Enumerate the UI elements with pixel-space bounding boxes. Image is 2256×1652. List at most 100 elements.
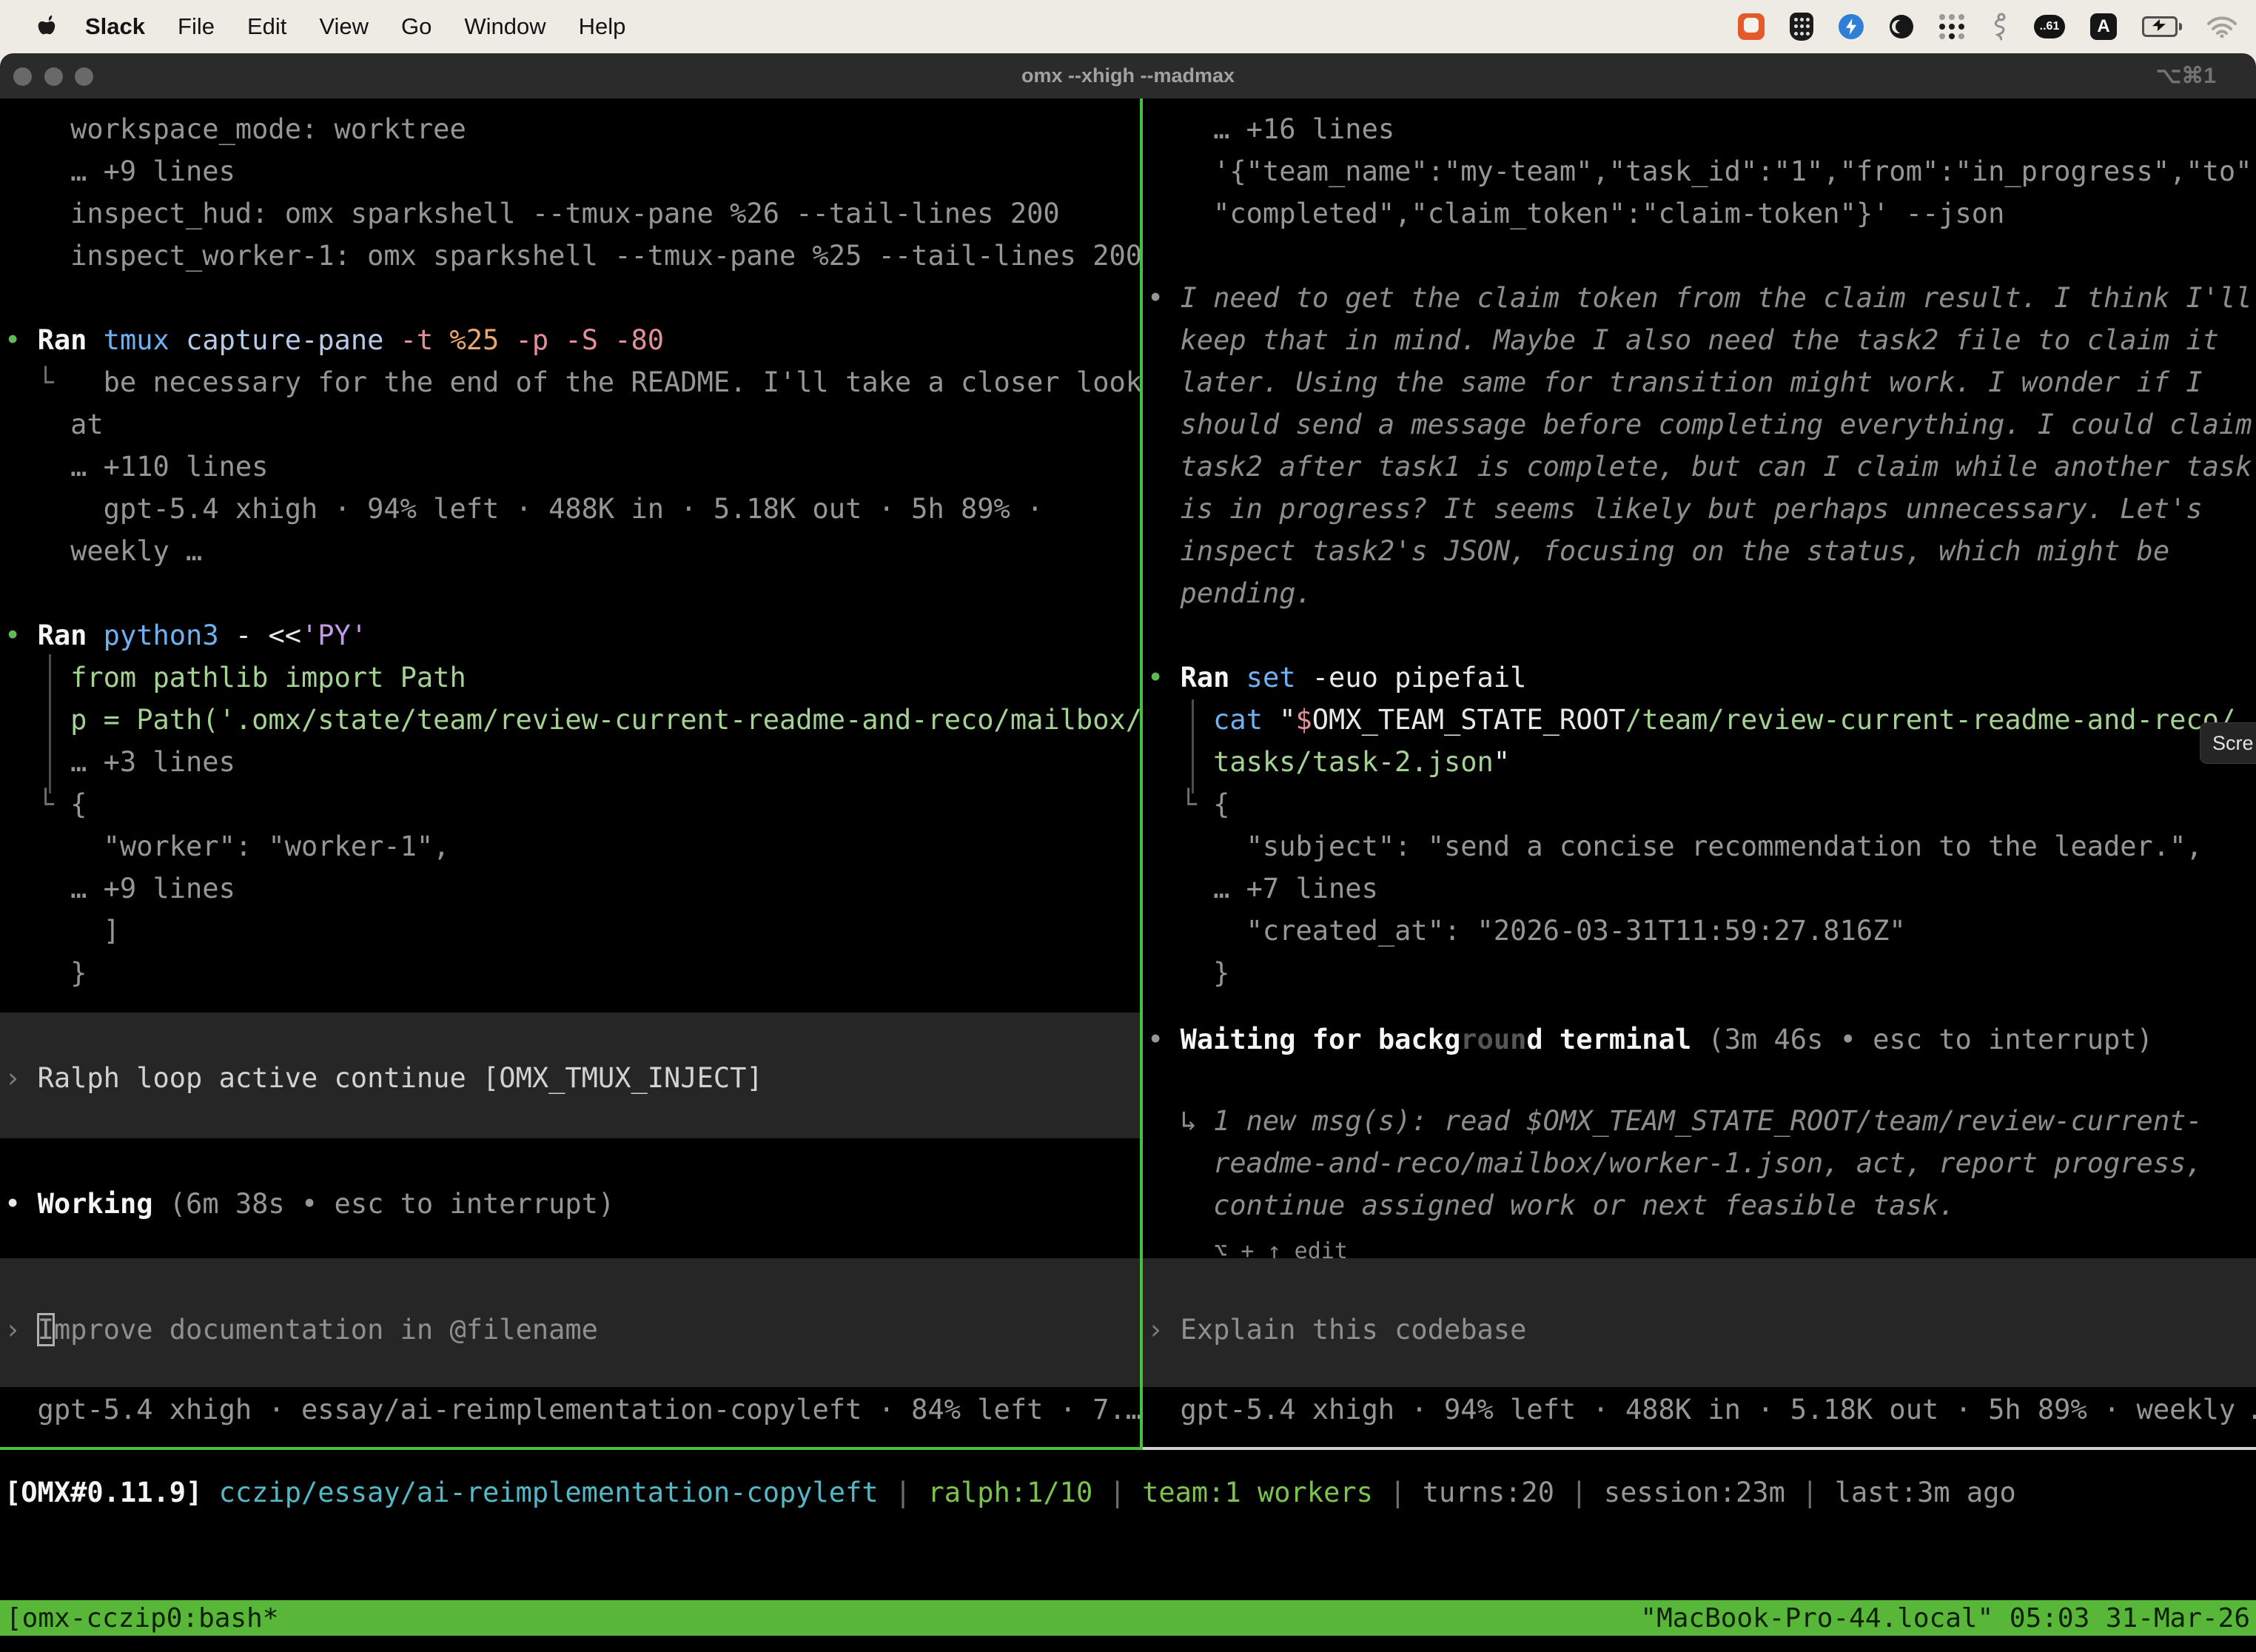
text-segment: › <box>1147 1314 1181 1346</box>
apple-menu-icon[interactable] <box>36 15 56 39</box>
terminal-line: • Ran set -euo pipefail <box>1147 657 1526 699</box>
text-segment: } <box>1147 957 1229 989</box>
text-segment: set <box>1246 662 1312 694</box>
tmux-host-clock: "MacBook-Pro-44.local" 05:03 31-Mar-26 <box>1640 1603 2250 1633</box>
text-segment: /team/review-current-readme-and-reco/ <box>1625 704 2235 736</box>
terminal-line: "subject": "send a concise recommendatio… <box>1147 825 2203 867</box>
terminal-content: workspace_mode: worktree … +9 lines insp… <box>0 98 2256 1652</box>
text-cursor: I <box>38 1314 54 1346</box>
ralph-loop-banner: › Ralph loop active continue [OMX_TMUX_I… <box>4 1057 763 1099</box>
terminal-line: … +9 lines <box>4 867 235 910</box>
text-segment: (3m 46s • esc to interrupt) <box>1708 1024 2152 1055</box>
text-segment: | <box>1389 1477 1423 1508</box>
text-segment: tasks/task-2.json <box>1147 746 1494 778</box>
text-segment: Working <box>38 1188 169 1220</box>
window-title: omx --xhigh --madmax <box>0 53 2256 98</box>
text-segment: • <box>4 1188 38 1220</box>
chat-app-icon[interactable] <box>1738 13 1765 40</box>
terminal-line: workspace_mode: worktree <box>4 108 466 150</box>
text-segment: … +9 lines <box>4 873 235 904</box>
battery-61-badge[interactable]: ..61 <box>2034 15 2065 38</box>
waiting-status: • Waiting for background terminal (3m 46… <box>1147 1018 2153 1061</box>
text-segment: pending. <box>1147 577 1312 609</box>
text-segment: gpt-5.4 xhigh · 94% left · 488K in · 5.1… <box>1147 1394 2256 1426</box>
text-segment: $ <box>1296 704 1312 736</box>
text-segment: … +9 lines <box>4 155 235 187</box>
terminal-line: … +16 lines <box>1147 108 1394 150</box>
text-segment: readme-and-reco/mailbox/worker-1.json, a… <box>1147 1147 2203 1179</box>
text-segment: ↳ 1 new msg(s): read $OMX_TEAM_STATE_ROO… <box>1147 1105 2203 1137</box>
terminal-line: └ { <box>4 783 87 825</box>
terminal-line: readme-and-reco/mailbox/worker-1.json, a… <box>1147 1142 2203 1184</box>
text-segment: session:23m <box>1604 1477 1802 1508</box>
text-segment: turns:20 <box>1423 1477 1571 1508</box>
text-segment: [OMX#0.11.9] <box>4 1477 219 1508</box>
shutter-icon[interactable] <box>1889 14 1914 39</box>
squiggle-icon[interactable] <box>1990 12 2009 41</box>
text-segment: | <box>1802 1477 1835 1508</box>
terminal-line: weekly … <box>4 530 202 572</box>
text-segment: cat <box>1147 704 1279 736</box>
terminal-line: should send a message before completing … <box>1147 403 2252 446</box>
tmux-session-window[interactable]: [omx-cczip0:bash* <box>6 1603 278 1633</box>
text-segment: … +7 lines <box>1147 873 1378 904</box>
pane-divider-vertical[interactable] <box>1140 98 1143 1448</box>
text-segment: "worker": "worker-1", <box>4 830 449 862</box>
text-segment: p = Path('.omx/state/team/review-current… <box>4 704 1140 736</box>
terminal-line: continue assigned work or next feasible … <box>1147 1184 1955 1226</box>
tmux-pane-hud[interactable]: workspace_mode: worktree … +9 lines insp… <box>0 98 1140 1448</box>
terminal-line: } <box>4 952 87 994</box>
terminal-line: tasks/task-2.json" <box>1147 741 1510 783</box>
text-segment: ] <box>4 915 120 947</box>
text-segment: Explain this codebase <box>1181 1314 1527 1346</box>
working-status: • Working (6m 38s • esc to interrupt) <box>4 1183 614 1225</box>
text-segment: be necessary for the end of the README. … <box>104 366 1140 398</box>
screen: Slack File Edit View Go Window Help <box>0 0 2256 1652</box>
text-segment: gpt-5.4 xhigh · 94% left · 488K in · 5.1… <box>4 493 1043 525</box>
terminal-line: "completed","claim_token":"claim-token"}… <box>1147 192 2004 235</box>
menu-item-file[interactable]: File <box>178 13 215 40</box>
text-segment: └ <box>4 366 104 398</box>
text-segment: continue assigned work or next feasible … <box>1147 1189 1955 1221</box>
menu-item-window[interactable]: Window <box>464 13 545 40</box>
text-segment: " <box>1279 704 1295 736</box>
text-segment: roun <box>1460 1024 1526 1055</box>
text-segment: ralph:1/10 <box>927 1477 1109 1508</box>
menu-item-help[interactable]: Help <box>579 13 626 40</box>
terminal-line: keep that in mind. Maybe I also need the… <box>1147 319 2219 361</box>
text-segment: '{"team_name":"my-team","task_id":"1","f… <box>1147 155 2256 187</box>
menu-item-edit[interactable]: Edit <box>247 13 286 40</box>
prompt-input[interactable]: › Improve documentation in @filename <box>4 1309 598 1351</box>
menu-item-app[interactable]: Slack <box>85 13 145 40</box>
text-segment: { <box>1213 788 1229 820</box>
prompt-input[interactable]: › Explain this codebase <box>1147 1309 1526 1351</box>
terminal-line: pending. <box>1147 572 1312 614</box>
terminal-line: … +110 lines <box>4 446 268 488</box>
window-title-bar: omx --xhigh --madmax ⌥⌘1 <box>0 53 2256 98</box>
text-segment: └ <box>1147 788 1213 820</box>
text-segment: … +3 lines <box>4 746 235 778</box>
text-segment: } <box>4 957 87 989</box>
terminal-line: inspect task2's JSON, focusing on the st… <box>1147 530 2169 572</box>
menu-item-view[interactable]: View <box>319 13 369 40</box>
terminal-line: task2 after task1 is complete, but can I… <box>1147 446 2252 488</box>
tmux-pane-status[interactable]: [OMX#0.11.9] cczip/essay/ai-reimplementa… <box>0 1450 2256 1600</box>
terminal-line: └ { <box>1147 783 1229 825</box>
battery-charging-icon[interactable] <box>2142 16 2182 37</box>
terminal-line: ↳ 1 new msg(s): read $OMX_TEAM_STATE_ROO… <box>1147 1100 2203 1142</box>
text-segment: Ran <box>38 324 104 356</box>
wifi-icon[interactable] <box>2207 16 2237 38</box>
text-segment: › <box>4 1314 38 1346</box>
dot-grid-icon[interactable] <box>1939 14 1964 39</box>
tmux-pane-worker[interactable]: … +16 lines '{"team_name":"my-team","tas… <box>1143 98 2256 1448</box>
text-segment: gpt-5.4 xhigh · essay/ai-reimplementatio… <box>4 1394 1140 1426</box>
text-segment: "subject": "send a concise recommendatio… <box>1147 830 2203 862</box>
menu-item-go[interactable]: Go <box>401 13 432 40</box>
text-segment: { <box>70 788 87 820</box>
text-segment: • <box>1147 282 1181 314</box>
keypad-shield-icon[interactable] <box>1790 13 1813 41</box>
letter-a-app-icon[interactable]: A <box>2090 13 2117 40</box>
terminal-line: } <box>1147 952 1229 994</box>
text-segment: is in progress? It seems likely but perh… <box>1147 493 2203 525</box>
speed-bolt-icon[interactable] <box>1839 14 1864 39</box>
